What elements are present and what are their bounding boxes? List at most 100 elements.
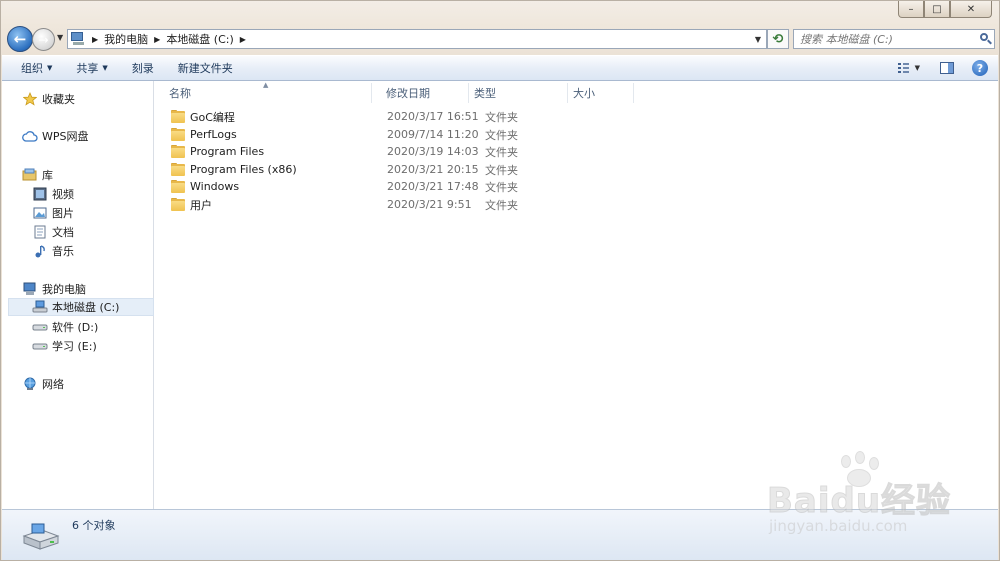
- column-header-date[interactable]: 修改日期: [372, 83, 469, 103]
- breadcrumb-local-disk-c[interactable]: 本地磁盘 (C:): [166, 31, 233, 47]
- address-dropdown-button[interactable]: ▼: [750, 30, 766, 48]
- sidebar-item-wps-cloud[interactable]: WPS网盘: [22, 127, 89, 145]
- sidebar-item-local-disk-c[interactable]: 本地磁盘 (C:): [8, 298, 154, 316]
- organize-button[interactable]: 组织 ▼: [12, 57, 61, 79]
- sidebar-item-drive-e[interactable]: 学习 (E:): [32, 337, 97, 355]
- sidebar-item-label: 软件 (D:): [52, 321, 99, 334]
- library-icon: [22, 167, 38, 183]
- file-date: 2020/3/19 14:03: [387, 145, 479, 158]
- view-list-icon: [898, 63, 909, 73]
- file-date: 2020/3/21 17:48: [387, 180, 479, 193]
- sidebar-item-drive-d[interactable]: 软件 (D:): [32, 318, 98, 336]
- toolbar-right-group: ▼ ?: [890, 59, 988, 77]
- status-item-count: 6 个对象: [72, 519, 116, 532]
- search-icon[interactable]: [976, 30, 994, 48]
- sidebar-item-label: 音乐: [52, 245, 74, 258]
- picture-icon: [32, 205, 48, 221]
- burn-button[interactable]: 刻录: [123, 57, 163, 79]
- sidebar-item-label: 收藏夹: [42, 93, 75, 106]
- refresh-button[interactable]: ⟲: [767, 29, 789, 49]
- new-folder-button[interactable]: 新建文件夹: [169, 57, 242, 79]
- file-type: 文件夹: [485, 145, 518, 159]
- watermark-url: jingyan.baidu.com: [769, 517, 908, 535]
- change-view-button[interactable]: ▼: [898, 59, 920, 77]
- column-header-label: 大小: [573, 87, 595, 100]
- file-name: PerfLogs: [190, 128, 237, 141]
- close-button[interactable]: ✕: [950, 1, 992, 18]
- file-row[interactable]: GoC编程 2020/3/17 16:51 文件夹: [155, 108, 998, 125]
- sidebar-item-label: WPS网盘: [42, 130, 89, 143]
- file-date: 2020/3/17 16:51: [387, 110, 479, 123]
- search-input[interactable]: [794, 32, 976, 46]
- folder-icon: [171, 128, 185, 141]
- network-icon: [22, 376, 38, 392]
- sidebar-item-label: 学习 (E:): [52, 340, 97, 353]
- column-header-size[interactable]: 大小: [568, 83, 634, 103]
- preview-pane-button[interactable]: [936, 59, 958, 77]
- minimize-button[interactable]: –: [898, 1, 924, 18]
- address-bar[interactable]: ▶ 我的电脑 ▶ 本地磁盘 (C:) ▶ ▼: [67, 29, 767, 49]
- sidebar-item-label: 网络: [42, 378, 64, 391]
- file-row[interactable]: 用户 2020/3/21 9:51 文件夹: [155, 196, 998, 213]
- drive-icon: [32, 319, 48, 335]
- sidebar-item-music[interactable]: 音乐: [32, 242, 74, 260]
- baidu-watermark: Baidu经验 jingyan.baidu.com: [761, 451, 961, 541]
- back-button[interactable]: ←: [7, 26, 33, 52]
- local-disk-icon: [22, 522, 60, 552]
- maximize-button[interactable]: □: [924, 1, 950, 18]
- help-button[interactable]: ?: [972, 60, 988, 76]
- file-name: Program Files (x86): [190, 163, 297, 176]
- navigation-pane[interactable]: 收藏夹 WPS网盘 库 视频 图片 文档 音乐 我的电脑 本地磁盘 (C:) 软…: [2, 81, 154, 509]
- drive-icon: [32, 338, 48, 354]
- window-controls: – □ ✕: [898, 1, 992, 18]
- chevron-down-icon: ▼: [914, 64, 920, 72]
- chevron-down-icon: ▼: [47, 64, 53, 72]
- breadcrumb-separator[interactable]: ▶: [92, 35, 98, 44]
- sidebar-item-label: 本地磁盘 (C:): [52, 301, 120, 314]
- column-header-label: 修改日期: [386, 87, 430, 100]
- sidebar-item-my-computer[interactable]: 我的电脑: [22, 280, 86, 298]
- sidebar-item-documents[interactable]: 文档: [32, 223, 74, 241]
- file-name: 用户: [190, 198, 212, 212]
- column-header-name[interactable]: ▲ 名称: [155, 81, 372, 103]
- sidebar-item-label: 库: [42, 169, 53, 182]
- sidebar-item-label: 文档: [52, 226, 74, 239]
- file-type: 文件夹: [485, 110, 518, 124]
- sidebar-item-network[interactable]: 网络: [22, 375, 64, 393]
- document-icon: [32, 224, 48, 240]
- chevron-down-icon: ▼: [102, 64, 108, 72]
- share-label: 共享: [76, 62, 99, 75]
- file-name: Windows: [190, 180, 240, 193]
- preview-pane-icon: [940, 62, 954, 74]
- file-row[interactable]: Program Files 2020/3/19 14:03 文件夹: [155, 143, 998, 160]
- breadcrumb-separator[interactable]: ▶: [154, 35, 160, 44]
- cloud-icon: [22, 128, 38, 144]
- file-row[interactable]: Windows 2020/3/21 17:48 文件夹: [155, 178, 998, 195]
- folder-icon: [171, 198, 185, 211]
- search-box[interactable]: [793, 29, 995, 49]
- sidebar-item-videos[interactable]: 视频: [32, 185, 74, 203]
- file-row[interactable]: PerfLogs 2009/7/14 11:20 文件夹: [155, 126, 998, 143]
- music-note-icon: [32, 243, 48, 259]
- file-type: 文件夹: [485, 180, 518, 194]
- sidebar-item-pictures[interactable]: 图片: [32, 204, 74, 222]
- recent-pages-button[interactable]: ▼: [57, 33, 63, 42]
- sidebar-item-favorites[interactable]: 收藏夹: [22, 90, 75, 108]
- content-area: 收藏夹 WPS网盘 库 视频 图片 文档 音乐 我的电脑 本地磁盘 (C:) 软…: [2, 81, 998, 509]
- column-header-label: 类型: [474, 87, 496, 100]
- breadcrumb-my-computer[interactable]: 我的电脑: [104, 31, 148, 47]
- folder-icon: [171, 163, 185, 176]
- sidebar-item-label: 我的电脑: [42, 283, 86, 296]
- file-row[interactable]: Program Files (x86) 2020/3/21 20:15 文件夹: [155, 161, 998, 178]
- forward-button[interactable]: →: [32, 28, 55, 51]
- sidebar-item-library[interactable]: 库: [22, 166, 53, 184]
- file-type: 文件夹: [485, 163, 518, 177]
- command-toolbar: 组织 ▼ 共享 ▼ 刻录 新建文件夹 ▼ ?: [2, 55, 998, 81]
- folder-icon: [171, 180, 185, 193]
- explorer-window: – □ ✕ ← → ▼ ▶ 我的电脑 ▶ 本地磁盘 (C:) ▶ ▼ ⟲ 组织 …: [0, 0, 1000, 561]
- column-header-type[interactable]: 类型: [469, 83, 568, 103]
- watermark-brand: Baidu经验: [766, 481, 952, 522]
- file-list-pane[interactable]: ▲ 名称 修改日期 类型 大小 GoC编程 2020/3/17 16:51 文件…: [155, 81, 998, 509]
- breadcrumb-separator[interactable]: ▶: [240, 35, 246, 44]
- share-button[interactable]: 共享 ▼: [67, 57, 116, 79]
